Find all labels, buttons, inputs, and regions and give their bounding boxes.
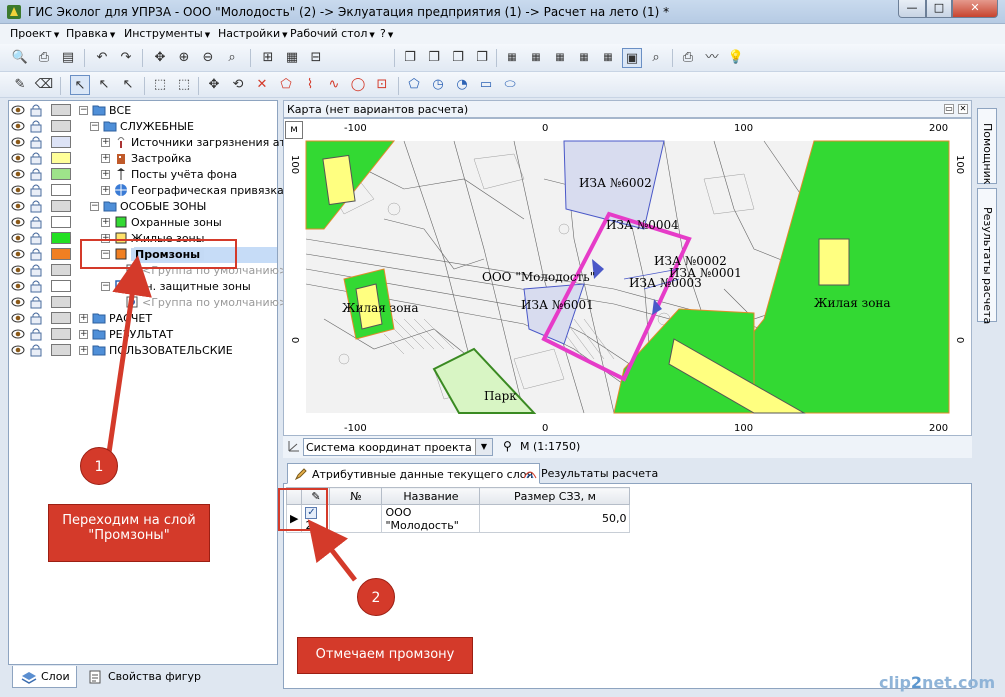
highlight-promzony	[80, 239, 237, 269]
step-1-badge: 1	[80, 447, 118, 485]
annotation-arrows	[102, 255, 357, 582]
step-1-callout: Переходим на слой "Промзоны"	[48, 504, 210, 562]
arrow-to-checkbox	[307, 519, 357, 582]
step-2-badge: 2	[357, 578, 395, 616]
watermark: clip2net.com	[879, 673, 996, 692]
step-2-callout: Отмечаем промзону	[297, 637, 473, 674]
highlight-checkbox	[278, 488, 328, 531]
